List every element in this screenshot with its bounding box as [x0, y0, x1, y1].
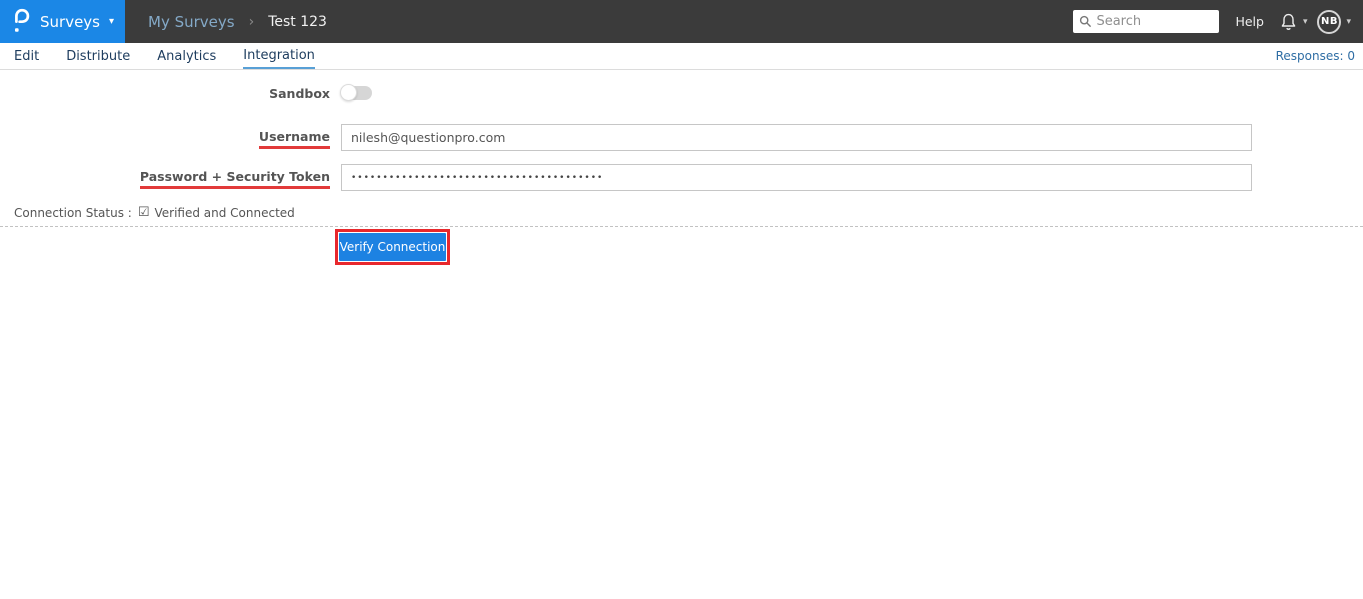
breadcrumb-my-surveys[interactable]: My Surveys [148, 13, 235, 31]
integration-form: Sandbox Username Password + Security Tok… [0, 70, 1363, 265]
help-link[interactable]: Help [1235, 14, 1264, 29]
connection-status-value: Verified and Connected [154, 205, 295, 220]
questionpro-logo-icon [13, 8, 30, 35]
checked-checkbox-icon: ☑ [137, 205, 150, 220]
dashed-divider [0, 226, 1363, 227]
sandbox-label: Sandbox [269, 86, 330, 101]
product-label: Surveys [40, 12, 100, 31]
search-icon [1079, 15, 1092, 28]
survey-subnav: Edit Distribute Analytics Integration Re… [0, 43, 1363, 70]
avatar[interactable]: NB [1317, 9, 1342, 34]
connection-status: Connection Status : ☑ Verified and Conne… [0, 205, 1363, 220]
notifications-button[interactable]: ▾ [1279, 12, 1318, 32]
product-caret-icon: ▾ [109, 16, 115, 27]
tab-analytics[interactable]: Analytics [157, 43, 216, 69]
search-box[interactable] [1073, 10, 1220, 33]
sandbox-toggle[interactable] [340, 83, 372, 101]
breadcrumb: My Surveys › Test 123 [148, 13, 327, 31]
breadcrumb-separator-icon: › [248, 13, 255, 30]
connection-status-label: Connection Status : [14, 205, 132, 220]
red-annotation-highlight: Verify Connection [335, 229, 450, 265]
tab-integration[interactable]: Integration [243, 43, 315, 69]
responses-count[interactable]: Responses: 0 [1276, 49, 1363, 63]
tab-edit[interactable]: Edit [14, 43, 39, 69]
notifications-caret-icon: ▾ [1302, 16, 1308, 27]
sandbox-toggle-knob [340, 83, 357, 101]
password-row: Password + Security Token [0, 164, 1363, 191]
password-input[interactable] [341, 164, 1252, 191]
username-label: Username [258, 129, 330, 149]
username-row: Username [0, 124, 1363, 151]
search-input[interactable] [1096, 14, 1214, 29]
bell-icon [1279, 12, 1298, 32]
tab-distribute[interactable]: Distribute [66, 43, 130, 69]
password-label: Password + Security Token [139, 169, 330, 189]
account-caret-icon[interactable]: ▾ [1346, 17, 1351, 27]
topbar-right: Help ▾ NB ▾ [1073, 9, 1363, 34]
breadcrumb-current-survey: Test 123 [268, 13, 327, 30]
product-switcher[interactable]: Surveys ▾ [0, 0, 125, 43]
topbar: Surveys ▾ My Surveys › Test 123 Help [0, 0, 1363, 43]
username-input[interactable] [341, 124, 1252, 151]
verify-button-row: Verify Connection [0, 229, 1363, 265]
verify-connection-button[interactable]: Verify Connection [339, 233, 446, 261]
sandbox-row: Sandbox [0, 83, 1363, 102]
